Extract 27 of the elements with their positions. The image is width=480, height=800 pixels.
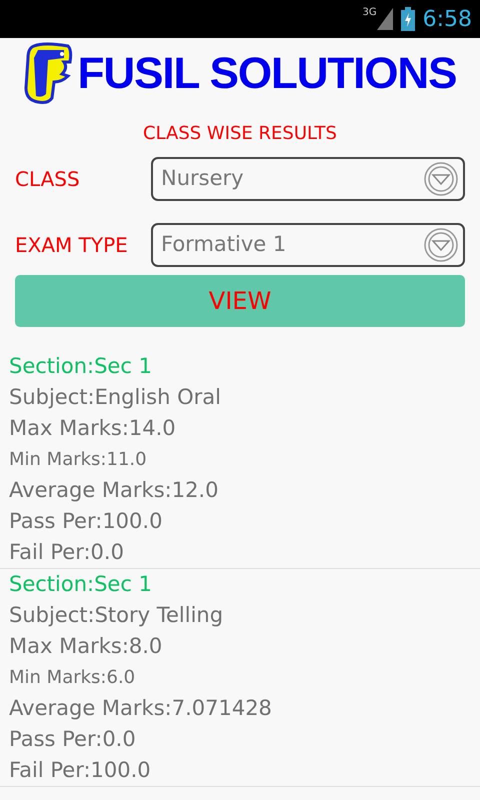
filter-label: CLASS bbox=[15, 166, 81, 193]
pass-percent-text: Pass Per:0.0 bbox=[9, 726, 137, 753]
fail-percent-text: Fail Per:100.0 bbox=[9, 757, 152, 784]
brand-name: FUSIL SOLUTIONS bbox=[78, 48, 456, 100]
average-marks-text: Average Marks:12.0 bbox=[9, 477, 220, 504]
min-marks-text: Min Marks:11.0 bbox=[9, 448, 148, 472]
subject-text: Subject:English Oral bbox=[9, 384, 222, 411]
pass-percent-text: Pass Per:100.0 bbox=[9, 508, 164, 535]
dropdown-value: Formative 1 bbox=[161, 231, 288, 258]
section-heading: Section:Sec 1 bbox=[9, 571, 153, 598]
dropdown-field[interactable]: Nursery bbox=[151, 157, 465, 201]
clock-text: 6:58 bbox=[422, 6, 472, 34]
logo-icon bbox=[24, 42, 74, 106]
signal-icon bbox=[376, 8, 393, 30]
max-marks-text: Max Marks:14.0 bbox=[9, 415, 177, 442]
dropdown-value: Nursery bbox=[161, 165, 245, 192]
section-heading: Section:Sec 1 bbox=[9, 353, 153, 380]
fail-percent-text: Fail Per:0.0 bbox=[9, 539, 125, 566]
dropdown-field[interactable]: Formative 1 bbox=[151, 223, 465, 267]
battery-icon bbox=[400, 7, 415, 31]
max-marks-text: Max Marks:8.0 bbox=[9, 633, 164, 660]
subject-text: Subject:Story Telling bbox=[9, 602, 224, 629]
filter-label: EXAM TYPE bbox=[15, 232, 129, 259]
min-marks-text: Min Marks:6.0 bbox=[9, 666, 136, 690]
average-marks-text: Average Marks:7.071428 bbox=[9, 695, 273, 722]
network-type-text: 3G bbox=[362, 8, 377, 18]
page-title: CLASS WISE RESULTS bbox=[142, 122, 338, 146]
